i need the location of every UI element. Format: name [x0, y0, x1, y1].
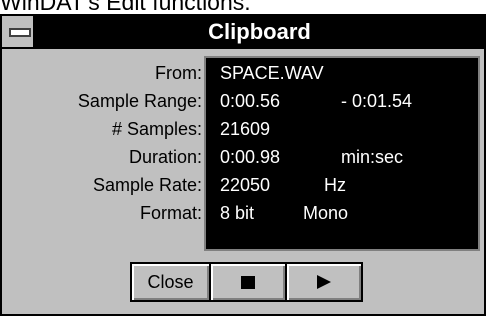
from-label: From: — [155, 63, 202, 83]
samples-row: 21609 — [220, 115, 478, 143]
format-bits: 8 bit — [220, 203, 255, 223]
stop-icon — [241, 275, 255, 289]
document-text: WinDAT's Edit functions. — [0, 0, 251, 15]
samples-value: 21609 — [220, 119, 271, 139]
sample-rate-unit: Hz — [324, 175, 346, 195]
play-button[interactable] — [285, 262, 363, 302]
sample-range-row: 0:00.56 - 0:01.54 — [220, 87, 478, 115]
play-icon — [317, 275, 331, 289]
from-row: SPACE.WAV — [220, 59, 478, 87]
sample-range-start: 0:00.56 — [220, 91, 281, 111]
sample-range-end: - 0:01.54 — [341, 91, 413, 111]
format-row: 8 bit Mono — [220, 199, 478, 227]
sample-rate-label: Sample Rate: — [92, 175, 202, 195]
sample-range-label: Sample Range: — [77, 91, 202, 111]
duration-value: 0:00.98 — [220, 147, 281, 167]
system-menu-icon — [9, 28, 31, 37]
from-value: SPACE.WAV — [220, 63, 324, 83]
duration-label: Duration: — [128, 147, 202, 167]
stop-button[interactable] — [209, 262, 287, 302]
system-menu-button[interactable] — [2, 16, 35, 47]
sample-rate-row: 22050 Hz — [220, 171, 478, 199]
sample-rate-value: 22050 — [220, 175, 271, 195]
clipboard-window: Clipboard From: Sample Range: # Samples:… — [0, 14, 486, 316]
close-button[interactable]: Close — [130, 262, 211, 302]
duration-row: 0:00.98 min:sec — [220, 143, 478, 171]
format-channels: Mono — [303, 203, 349, 223]
title-bar[interactable]: Clipboard — [2, 16, 484, 49]
info-labels: From: Sample Range: # Samples: Duration:… — [12, 59, 202, 227]
info-panel: SPACE.WAV 0:00.56 - 0:01.54 21609 0:00.9… — [204, 56, 480, 251]
info-values: SPACE.WAV 0:00.56 - 0:01.54 21609 0:00.9… — [220, 59, 478, 227]
duration-unit: min:sec — [341, 147, 404, 167]
playback-toolbar: Close — [130, 262, 363, 302]
window-title: Clipboard — [208, 19, 311, 44]
format-label: Format: — [139, 203, 202, 223]
samples-label: # Samples: — [111, 119, 202, 139]
